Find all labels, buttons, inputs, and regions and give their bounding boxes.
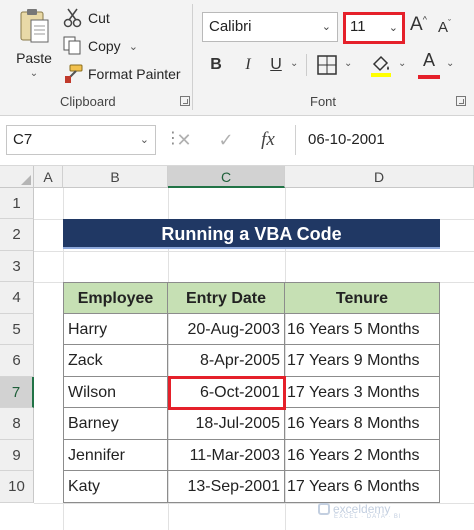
sheet-title[interactable]: Running a VBA Code — [63, 219, 440, 249]
row-header-4[interactable]: 4 — [0, 282, 34, 314]
scissors-icon — [63, 8, 82, 28]
chevron-down-icon: ⌄ — [321, 21, 331, 33]
paste-button[interactable]: Paste ⌄ — [8, 4, 60, 84]
exceldemy-watermark: exceldemy EXCEL · DATA · BI — [318, 502, 402, 520]
gridline — [34, 251, 474, 252]
watermark-tagline: EXCEL · DATA · BI — [334, 514, 402, 520]
row-header-3[interactable]: 3 — [0, 251, 34, 282]
employee-cell[interactable]: Jennifer — [63, 440, 168, 471]
cut-label: Cut — [88, 10, 110, 26]
chevron-down-icon[interactable]: ⌄ — [129, 40, 138, 53]
worksheet-grid: A B C D 1 2 3 4 5 6 7 8 9 10 Running a V… — [0, 166, 474, 530]
paste-label: Paste — [16, 50, 52, 66]
font-group-label: Font — [310, 94, 337, 109]
format-painter-button[interactable]: Format Painter — [62, 62, 181, 86]
format-painter-label: Format Painter — [88, 66, 181, 82]
cancel-icon[interactable]: ✕ — [172, 127, 196, 153]
column-header-a[interactable]: A — [34, 166, 63, 188]
copy-label: Copy — [88, 38, 121, 54]
font-color-button[interactable]: A — [418, 50, 440, 78]
gridline — [34, 503, 474, 504]
copy-button[interactable]: Copy ⌄ — [62, 34, 138, 58]
font-color-swatch — [418, 75, 440, 79]
header-entry-date[interactable]: Entry Date — [168, 282, 285, 314]
decrease-font-size-button[interactable]: Aˇ — [438, 18, 458, 40]
entry-date-cell[interactable]: 18-Jul-2005 — [168, 408, 285, 440]
entry-date-cell[interactable]: 8-Apr-2005 — [168, 345, 285, 377]
employee-cell[interactable]: Katy — [63, 471, 168, 503]
row-header-6[interactable]: 6 — [0, 345, 34, 377]
separator — [306, 54, 307, 76]
name-box-value: C7 — [13, 131, 33, 148]
font-size-value: 11 — [350, 18, 366, 35]
ribbon: Paste ⌄ Cut Copy ⌄ Format Painter Clipbo… — [0, 0, 474, 116]
column-header-d[interactable]: D — [285, 166, 474, 188]
fill-color-icon[interactable] — [370, 52, 392, 78]
group-separator — [192, 4, 193, 110]
font-name-select[interactable]: Calibri ⌄ — [202, 12, 338, 42]
tenure-cell[interactable]: 16 Years 2 Months — [285, 440, 440, 471]
row-header-10[interactable]: 10 — [0, 471, 34, 503]
enter-check-icon[interactable]: ✓ — [214, 127, 238, 153]
row-header-9[interactable]: 9 — [0, 440, 34, 471]
cut-button[interactable]: Cut — [62, 6, 110, 30]
tenure-cell[interactable]: 17 Years 9 Months — [285, 345, 440, 377]
borders-icon[interactable] — [316, 54, 338, 76]
italic-button[interactable]: I — [238, 52, 258, 78]
column-header-b[interactable]: B — [63, 166, 168, 188]
column-header-c[interactable]: C — [168, 166, 285, 188]
row-header-8[interactable]: 8 — [0, 408, 34, 440]
bold-button[interactable]: B — [206, 52, 226, 78]
row-header-2[interactable]: 2 — [0, 219, 34, 251]
tenure-cell[interactable]: 17 Years 3 Months — [285, 377, 440, 408]
selected-cell-highlight — [168, 376, 286, 410]
name-box[interactable]: C7 ⌄ — [6, 125, 156, 155]
copy-icon — [63, 36, 81, 55]
formula-input[interactable]: 06-10-2001 — [295, 125, 474, 155]
format-painter-icon — [65, 64, 83, 83]
chevron-down-icon: ⌄ — [388, 22, 398, 34]
entry-date-cell[interactable]: 11-Mar-2003 — [168, 440, 285, 471]
header-employee[interactable]: Employee — [63, 282, 168, 314]
formula-bar: C7 ⌄ ⋮ ✕ ✓ fx 06-10-2001 — [0, 116, 474, 166]
underline-button[interactable]: U — [266, 52, 286, 78]
entry-date-cell[interactable]: 20-Aug-2003 — [168, 314, 285, 345]
clipboard-group-label: Clipboard — [60, 94, 116, 109]
chevron-down-icon[interactable]: ⌄ — [290, 58, 298, 69]
row-header-7[interactable]: 7 — [0, 377, 34, 408]
chevron-down-icon[interactable]: ⌄ — [398, 58, 406, 69]
exceldemy-logo-icon — [318, 503, 330, 515]
select-all-button[interactable] — [0, 166, 34, 188]
employee-cell[interactable]: Barney — [63, 408, 168, 440]
chevron-down-icon[interactable]: ⌄ — [8, 68, 60, 79]
tenure-cell[interactable]: 16 Years 5 Months — [285, 314, 440, 345]
employee-cell[interactable]: Zack — [63, 345, 168, 377]
paste-icon — [20, 9, 49, 43]
row-header-1[interactable]: 1 — [0, 188, 34, 219]
tenure-cell[interactable]: 16 Years 8 Months — [285, 408, 440, 440]
header-tenure[interactable]: Tenure — [285, 282, 440, 314]
entry-date-cell[interactable]: 13-Sep-2001 — [168, 471, 285, 503]
chevron-down-icon[interactable]: ⌄ — [446, 58, 454, 69]
increase-font-size-button[interactable]: A^ — [410, 14, 432, 40]
employee-cell[interactable]: Wilson — [63, 377, 168, 408]
tenure-cell[interactable]: 17 Years 6 Months — [285, 471, 440, 503]
font-name-value: Calibri — [209, 18, 252, 35]
chevron-down-icon: ⌄ — [139, 134, 149, 146]
row-header-5[interactable]: 5 — [0, 314, 34, 345]
insert-function-button[interactable]: fx — [256, 127, 280, 153]
employee-cell[interactable]: Harry — [63, 314, 168, 345]
font-launcher-icon[interactable] — [456, 96, 466, 106]
font-size-select[interactable]: 11 ⌄ — [343, 12, 405, 44]
chevron-down-icon[interactable]: ⌄ — [344, 58, 352, 69]
clipboard-launcher-icon[interactable] — [180, 96, 190, 106]
